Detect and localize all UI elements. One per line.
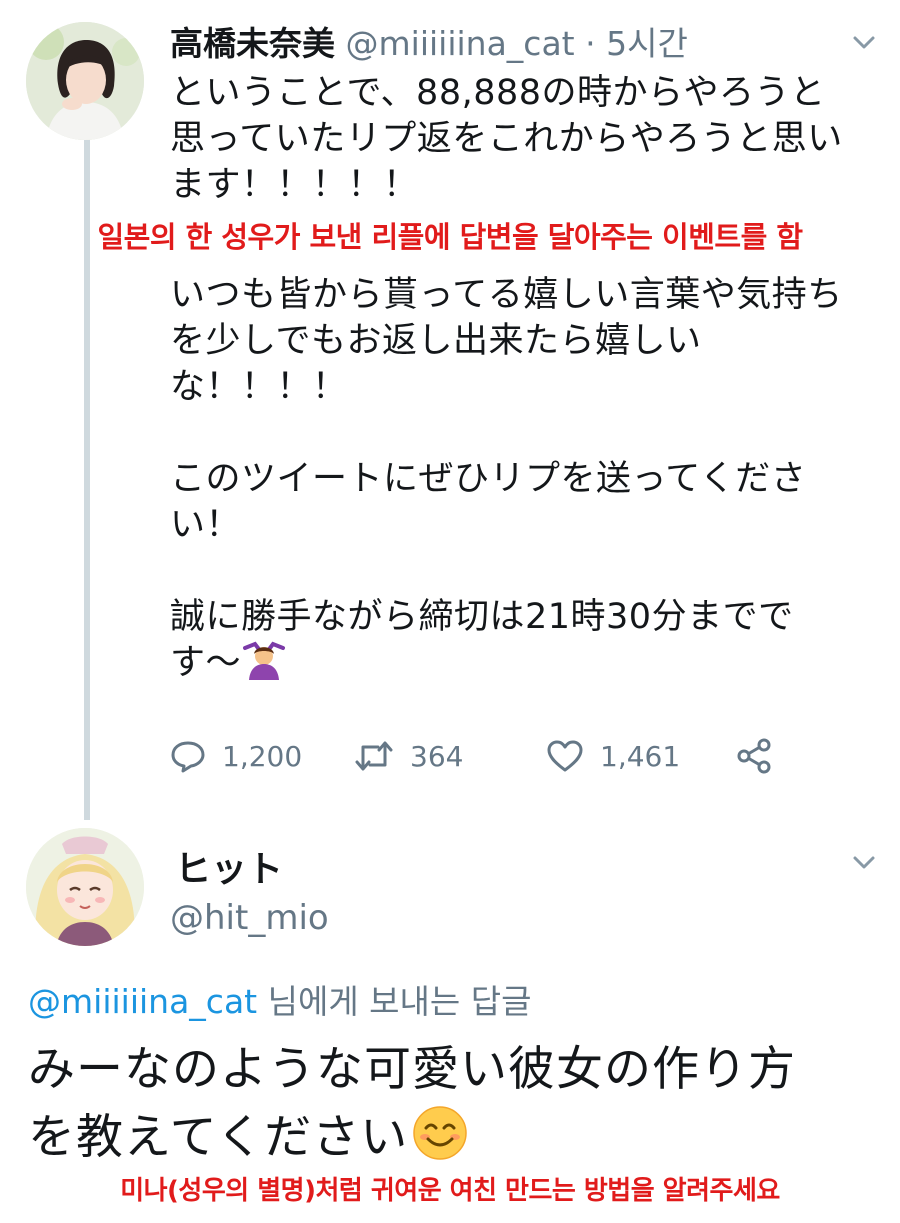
reply-icon [171,741,205,773]
avatar-photo-icon [26,22,144,140]
meta-separator: · [585,24,596,63]
tweet-text-part2: いつも皆から貰ってる嬉しい言葉や気持ち を少しでもお返し出来たら嬉しい な！！！… [170,272,843,686]
like-count: 1,461 [600,739,681,773]
retweet-count: 364 [410,739,464,773]
caption-bottom: 미나(성우의 별명)처럼 귀여운 여친 만드는 방법을 알려주세요 [120,1176,780,1206]
reply-count: 1,200 [222,739,303,773]
replying-to: @miiiiiina_cat 님에게 보내는 답글 [28,975,531,1023]
replying-to-mention[interactable]: @miiiiiina_cat [28,982,257,1021]
reply-author-handle[interactable]: @hit_mio [170,898,329,938]
caption-top: 일본의 한 성우가 보낸 리플에 답변을 달아주는 이벤트를 함 [97,220,803,254]
reply-button[interactable]: 1,200 [170,738,302,774]
share-icon [737,738,771,774]
tweet-time[interactable]: 5시간 [606,24,688,63]
smiling-face-emoji [413,1106,467,1160]
author-name[interactable]: 高橋未奈美 [170,24,335,63]
chevron-down-icon[interactable] [850,848,878,876]
chevron-down-icon[interactable] [850,28,878,56]
retweet-button[interactable]: 364 [354,738,463,774]
person-gesturing-ok-emoji [243,641,286,680]
retweet-icon [355,741,393,771]
reply-avatar[interactable] [26,828,144,946]
tweet-text-body: いつも皆から貰ってる嬉しい言葉や気持ち を少しでもお返し出来たら嬉しい な！！！… [170,275,843,683]
replying-to-suffix: 님에게 보내는 답글 [257,982,532,1021]
avatar[interactable] [26,22,144,140]
reply-text: みーなのような可愛い彼女の作り方 を教えてください [28,1036,796,1172]
tweet-actions: 1,200 364 1,461 [170,738,810,784]
reply-author-name[interactable]: ヒット [175,840,283,892]
tweet-header: 高橋未奈美 @miiiiiina_cat · 5시간 [170,22,688,66]
anime-avatar-icon [26,828,144,946]
tweet-text-part1: ということで、88,888の時からやろうと 思っていたリプ返をこれからやろうと思… [170,73,843,205]
like-button[interactable]: 1,461 [546,738,680,774]
author-handle[interactable]: @miiiiiina_cat [346,24,575,63]
share-button[interactable] [736,738,788,774]
heart-icon [547,740,583,772]
